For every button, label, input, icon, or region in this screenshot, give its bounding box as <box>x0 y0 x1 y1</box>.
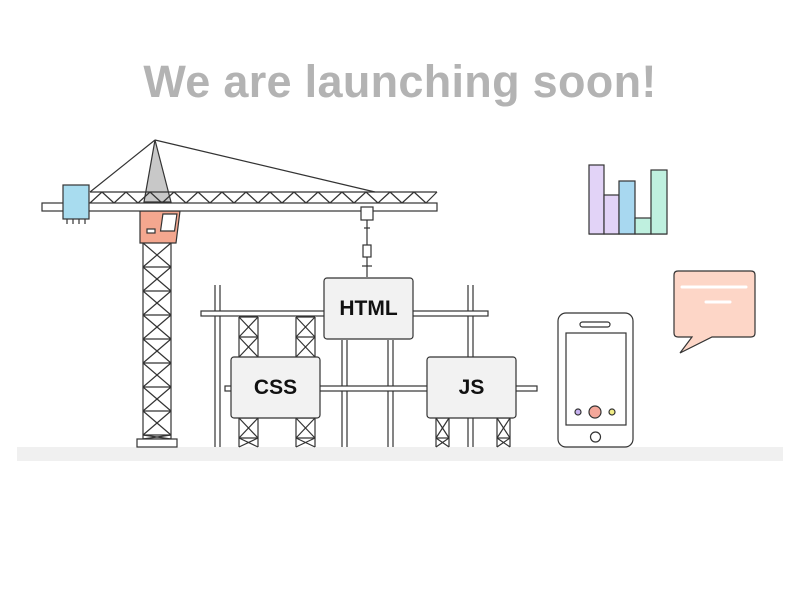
js-label: JS <box>459 376 485 399</box>
css-block: CSS <box>230 356 321 419</box>
js-block: JS <box>426 356 517 419</box>
launch-page: We are launching soon! HTML CSS JS <box>0 0 800 600</box>
construction-scene: HTML CSS JS <box>17 139 783 461</box>
ground-strip <box>17 447 783 461</box>
smartphone-icon <box>557 312 634 448</box>
html-block: HTML <box>323 277 414 340</box>
chat-bubble-icon <box>673 270 756 354</box>
html-label: HTML <box>339 297 397 320</box>
bar-chart-icon <box>588 164 668 235</box>
css-label: CSS <box>254 376 297 399</box>
